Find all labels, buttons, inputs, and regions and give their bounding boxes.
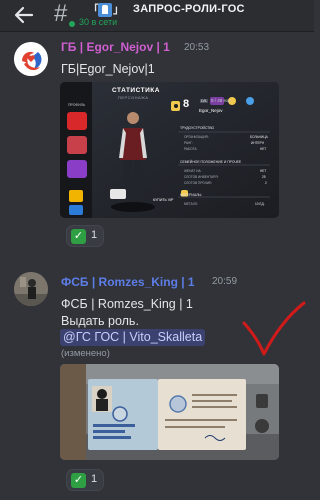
white-check-mark-icon: ✓ xyxy=(71,229,86,244)
white-check-mark-icon: ✓ xyxy=(71,473,86,488)
edited-label: (изменено) xyxy=(61,348,110,359)
online-count: 30 в сети xyxy=(79,17,118,27)
bracket-right: 」 xyxy=(113,4,124,16)
person-icon xyxy=(98,3,112,17)
passport-screenshot-art xyxy=(60,364,279,460)
section-title: МАТЕРИАЛЫ xyxy=(180,193,202,197)
stat-label: СЛОТОВ ПРОЧИЕ: xyxy=(184,181,213,185)
role-mention[interactable]: @ГС ГОС | Vito_Skalleta xyxy=(60,329,206,346)
reaction-check[interactable]: ✓ 1 xyxy=(66,225,104,247)
section-title: СЕМЕЙНОЕ ПОЛОЖЕНИЕ И ПРОЧЕЕ xyxy=(180,160,242,164)
channel-header: # 「 」 ЗАПРОС-РОЛИ-ГОС 30 в сети xyxy=(0,0,314,32)
stat-label: СЛОТОВ ИНВЕНТАРЯ: xyxy=(184,175,219,179)
message-timestamp: 20:53 xyxy=(184,42,210,53)
reaction-count: 1 xyxy=(91,229,98,241)
message-text: Выдать роль. xyxy=(61,314,139,328)
hash-icon: # xyxy=(54,0,68,27)
reaction-check[interactable]: ✓ 1 xyxy=(66,469,104,491)
stat-value: БОЛЬНИЦА xyxy=(250,135,268,139)
stat-label: РАБОТА: xyxy=(184,147,198,151)
channel-name[interactable]: ЗАПРОС-РОЛИ-ГОС xyxy=(133,3,245,15)
stat-value: 2 xyxy=(265,181,267,185)
stat-value: НЕТ xyxy=(260,147,267,151)
stat-label: ЖЕНАТ НА: xyxy=(184,169,202,173)
avatar-photo-icon xyxy=(14,272,48,306)
player-xp: 9 / 48 exp xyxy=(211,98,231,103)
section-title: ТРУДОУСТРОЙСТВО xyxy=(180,126,215,130)
stat-label: ОРГАНИЗАЦИЯ: xyxy=(184,135,209,139)
stat-value: НЕТ xyxy=(260,169,267,173)
message-timestamp: 20:59 xyxy=(212,276,238,287)
avatar[interactable] xyxy=(14,42,48,76)
message-text: ФСБ | Romzes_King | 1 xyxy=(61,297,193,311)
stat-value: 10 ЕД. xyxy=(255,202,265,206)
player-level: 8 xyxy=(183,98,190,110)
stat-value: ИНТЕРН xyxy=(251,141,265,145)
reaction-count: 1 xyxy=(91,473,98,485)
message-text: ГБ|Egor_Nejov|1 xyxy=(61,62,155,76)
passport-screenshot-attachment[interactable] xyxy=(60,364,279,460)
channel-emoji: 「 」 xyxy=(88,2,130,18)
arrow-left-icon[interactable] xyxy=(12,3,36,27)
stat-label: РАНГ: xyxy=(184,141,193,145)
avatar-logo-icon xyxy=(14,42,48,76)
message-author[interactable]: ФСБ | Romzes_King | 1 xyxy=(61,275,195,289)
stat-value: 25 xyxy=(262,175,266,179)
online-status-icon xyxy=(69,21,75,27)
player-name: Egor_Nejov xyxy=(199,108,223,113)
profile-label: ПРОФИЛЬ xyxy=(68,103,86,107)
level-label: LVL xyxy=(200,99,208,103)
buy-vip-button: КУПИТЬ VIP xyxy=(153,198,174,202)
avatar[interactable] xyxy=(14,272,48,306)
stats-title: СТАТИСТИКА xyxy=(112,87,160,94)
stat-label: МЕТАЛЛ: xyxy=(184,202,198,206)
stats-subtitle: ПЕРСОНАЖА xyxy=(118,95,149,100)
stats-screenshot-attachment[interactable]: СТАТИСТИКА ПЕРСОНАЖА ПРОФИЛЬ 8 LVL 9 / 4… xyxy=(60,82,279,218)
message-author[interactable]: ГБ | Egor_Nejov | 1 xyxy=(61,40,170,54)
